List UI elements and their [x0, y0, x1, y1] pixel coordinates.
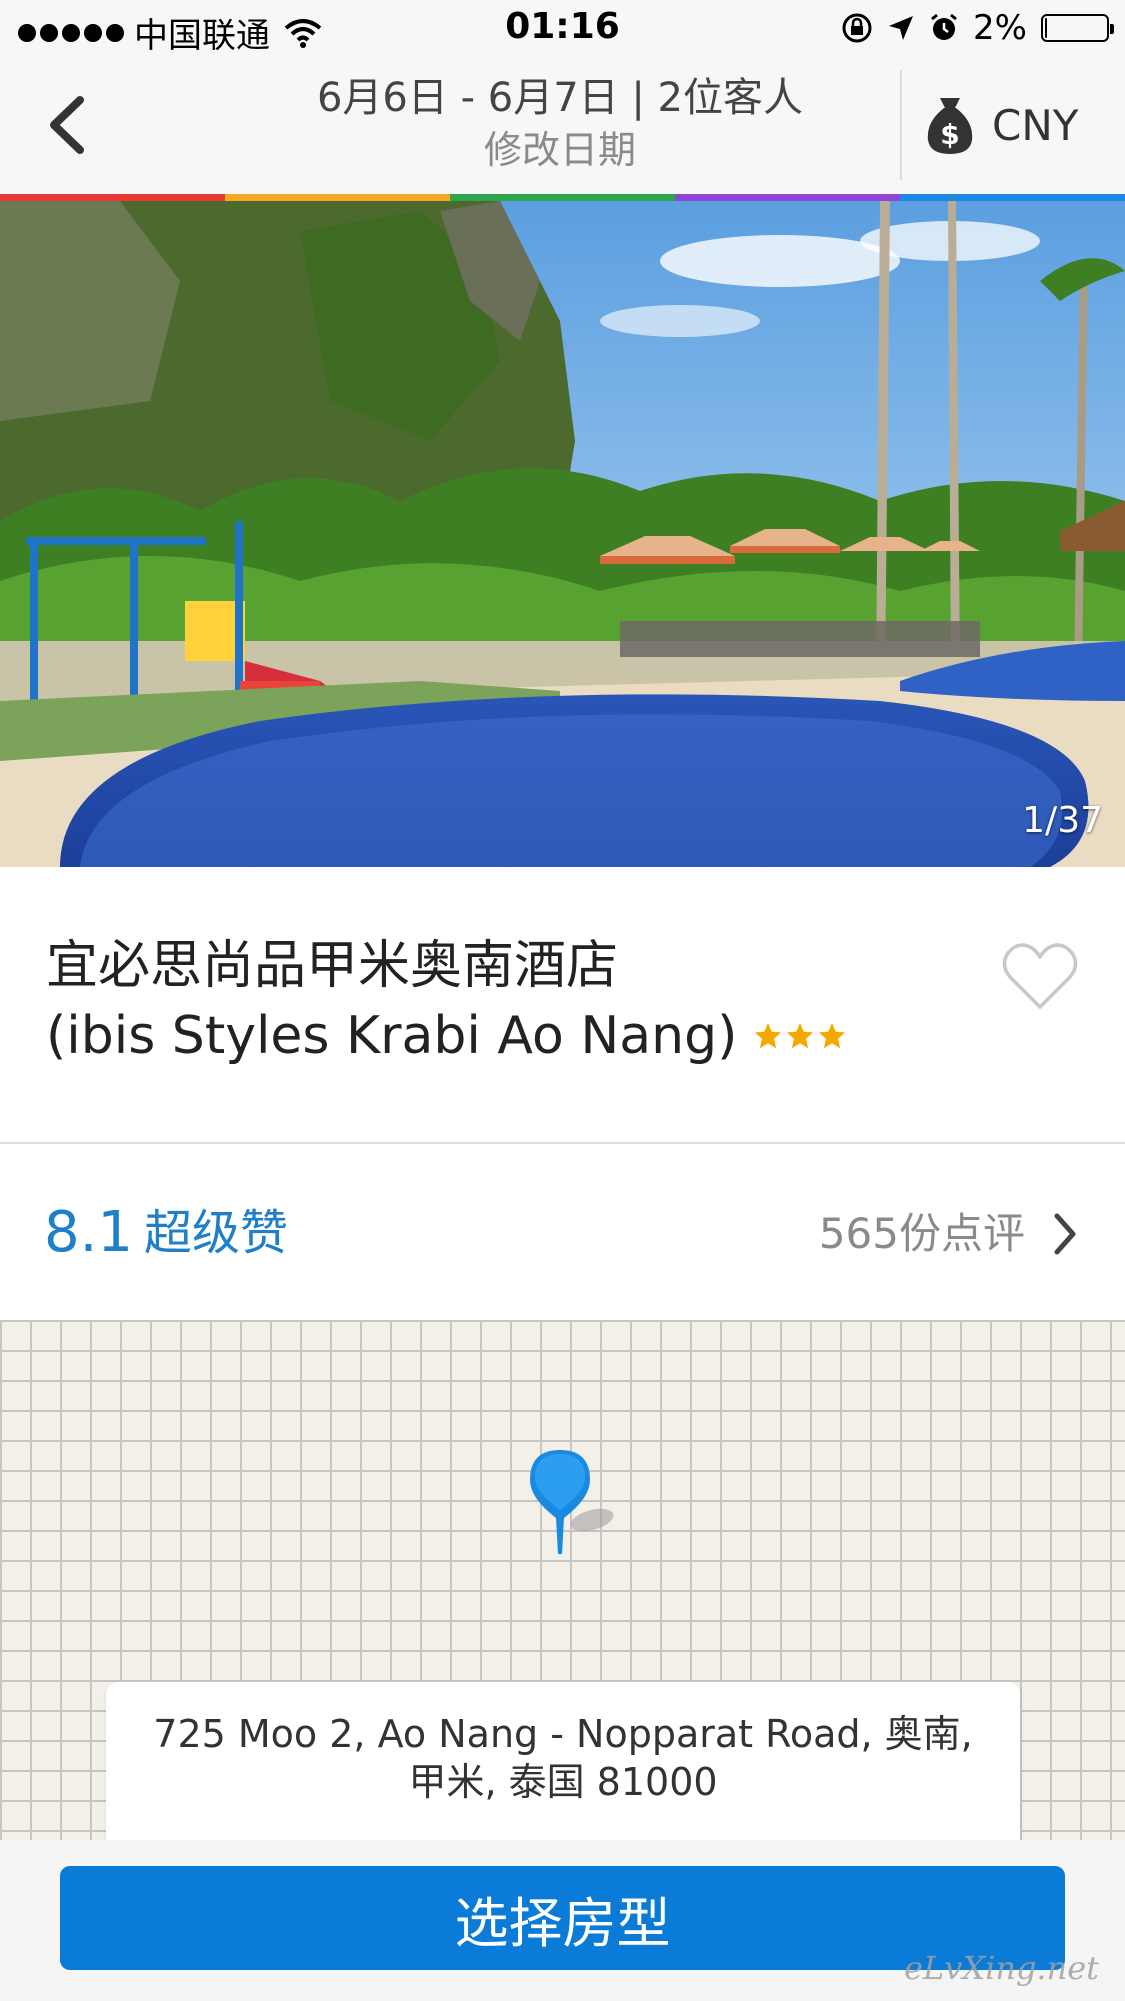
- battery-level: [1045, 18, 1047, 38]
- stripe-segment: [0, 194, 225, 201]
- photo-counter: 1/37: [1022, 800, 1103, 841]
- status-bar: 中国联通 01:16 2%: [0, 0, 1125, 60]
- stripe-segment: [900, 194, 1125, 201]
- battery-icon: [1041, 14, 1114, 42]
- back-button[interactable]: [40, 90, 100, 160]
- star-icon: [819, 1022, 846, 1049]
- svg-text:$: $: [940, 118, 959, 151]
- address-line-1: 725 Moo 2, Ao Nang - Nopparat Road, 奥南,: [153, 1712, 973, 1756]
- hotel-name-en: (ibis Styles Krabi Ao Nang): [46, 1006, 738, 1066]
- stripe-segment: [225, 194, 450, 201]
- date-selector[interactable]: 6月6日 - 6月7日 | 2位客人 修改日期: [280, 72, 840, 176]
- favorite-button[interactable]: [1000, 939, 1080, 1013]
- header-divider: [900, 70, 902, 180]
- hotel-photo: [0, 201, 1125, 867]
- heart-outline-icon: [1002, 943, 1078, 1009]
- brand-color-stripe: [0, 194, 1125, 201]
- address-text: 725 Moo 2, Ao Nang - Nopparat Road, 奥南, …: [106, 1682, 1020, 1806]
- map-pin-icon: [530, 1450, 614, 1554]
- stripe-segment: [675, 194, 900, 201]
- hotel-photo-gallery[interactable]: 1/37: [0, 201, 1125, 867]
- star-icon: [787, 1022, 814, 1049]
- watermark: eLvXing.net: [904, 1949, 1099, 1987]
- address-line-2: 甲米, 泰国 81000: [408, 1760, 718, 1804]
- stripe-segment: [450, 194, 675, 201]
- star-rating: [753, 1021, 847, 1051]
- currency-button[interactable]: $ CNY: [922, 90, 1078, 160]
- star-icon: [755, 1022, 782, 1049]
- chevron-right-icon: [1054, 1213, 1076, 1255]
- bottom-bar: 选择房型 eLvXing.net: [0, 1840, 1125, 2001]
- alarm-icon: [931, 13, 957, 40]
- currency-label: CNY: [992, 100, 1079, 150]
- hotel-name-row: (ibis Styles Krabi Ao Nang): [46, 1005, 847, 1067]
- nav-header: 6月6日 - 6月7日 | 2位客人 修改日期 $ CNY: [0, 60, 1125, 194]
- location-arrow-icon: [889, 16, 914, 40]
- hotel-title-section: 宜必思尚品甲米奥南酒店 (ibis Styles Krabi Ao Nang): [0, 867, 1125, 1142]
- orientation-lock-icon: [842, 13, 872, 43]
- battery-percent: 2%: [973, 8, 1027, 48]
- money-bag-icon: $: [927, 98, 973, 154]
- location-map[interactable]: 725 Moo 2, Ao Nang - Nopparat Road, 奥南, …: [0, 1320, 1125, 1840]
- address-card[interactable]: 725 Moo 2, Ao Nang - Nopparat Road, 奥南, …: [106, 1682, 1020, 1840]
- rating-score: 8.1: [44, 1200, 134, 1265]
- edit-dates-link[interactable]: 修改日期: [280, 124, 840, 176]
- review-count: 565份点评: [818, 1209, 1025, 1258]
- status-right: 2%: [841, 8, 1114, 48]
- rating-label: 超级赞: [144, 1205, 289, 1261]
- date-guests-text: 6月6日 - 6月7日 | 2位客人: [316, 75, 803, 121]
- rating-row[interactable]: 8.1 超级赞 565份点评: [0, 1144, 1125, 1320]
- hotel-name-cn: 宜必思尚品甲米奥南酒店: [46, 936, 619, 996]
